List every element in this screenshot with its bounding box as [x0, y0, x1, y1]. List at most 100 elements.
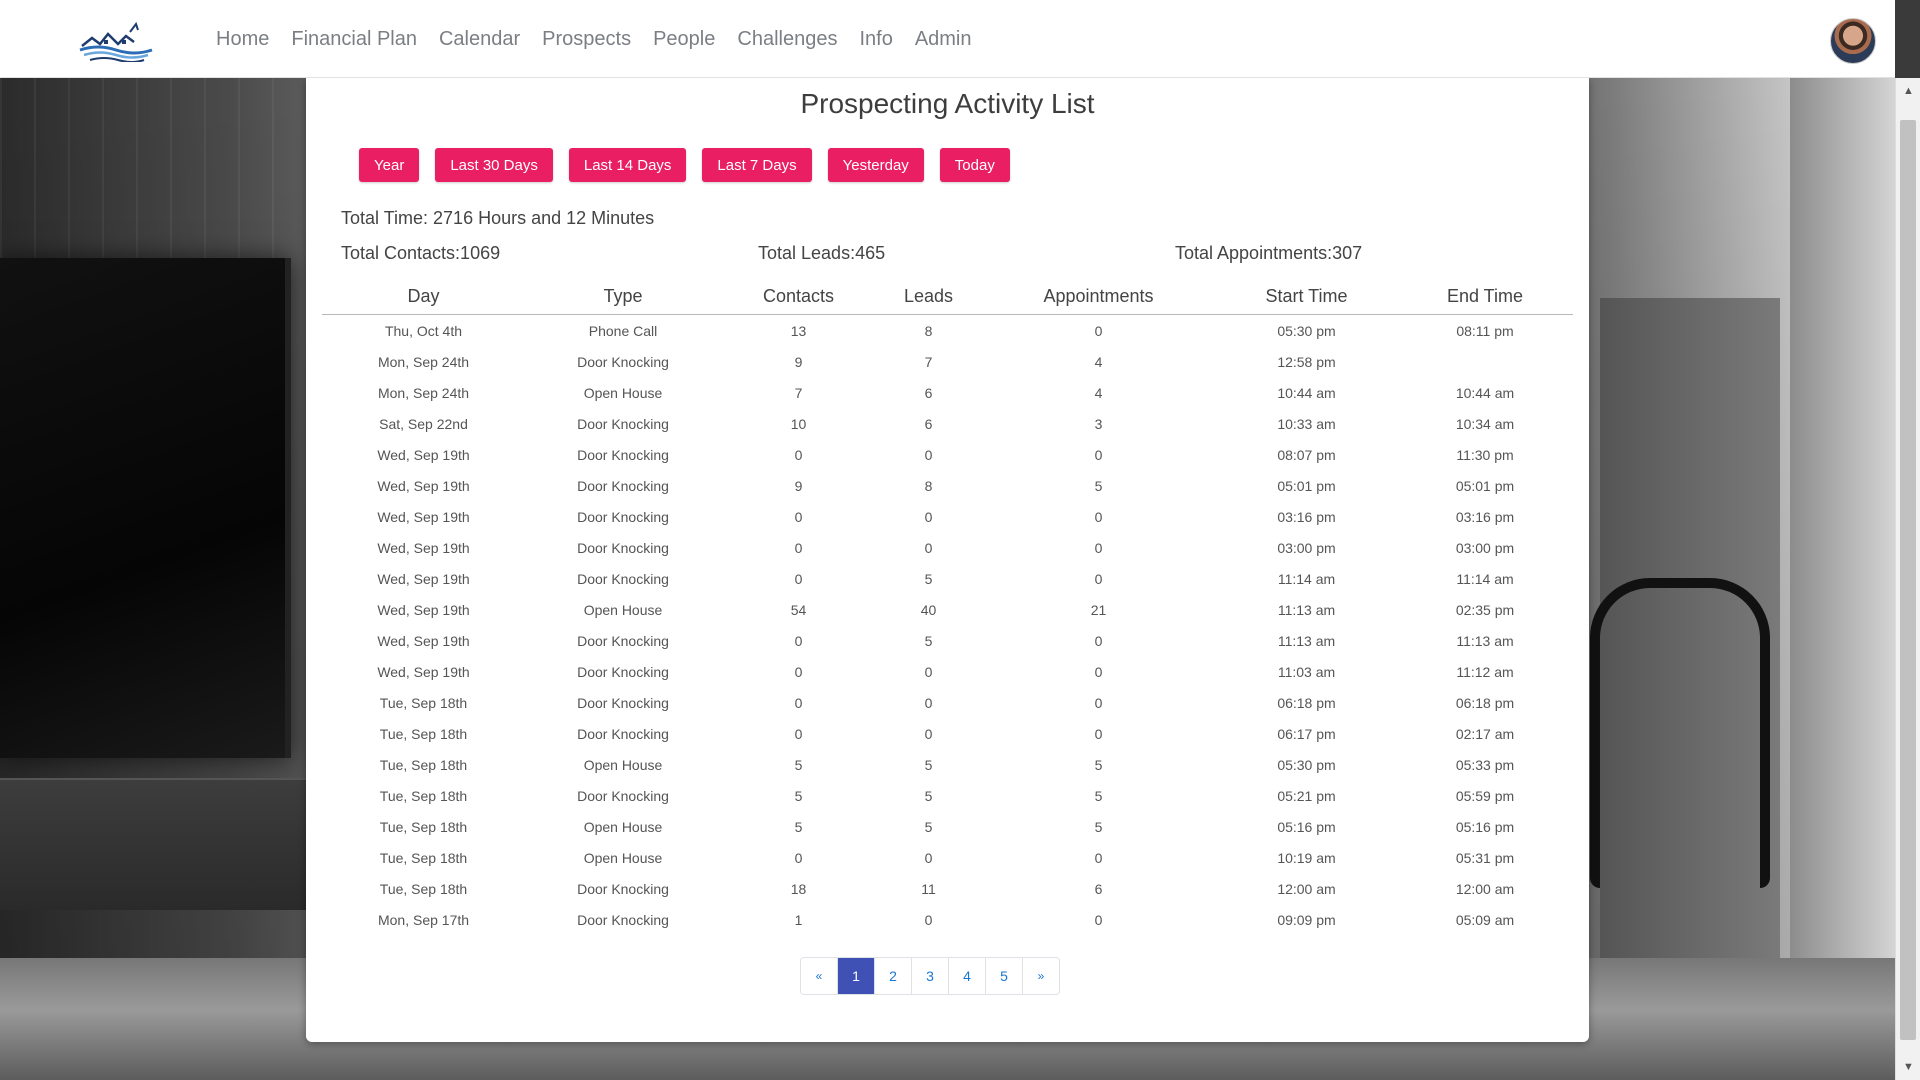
activity-table: Day Type Contacts Leads Appointments Sta… [322, 278, 1573, 935]
cell-leads: 8 [924, 477, 933, 494]
cell-appointments: 0 [1094, 539, 1103, 556]
house-wave-logo-icon[interactable] [78, 20, 154, 62]
cell-contacts: 0 [794, 725, 803, 742]
nav-admin[interactable]: Admin [904, 28, 983, 51]
cell-end-time: 05:16 pm [1455, 818, 1515, 835]
nav-financial-plan[interactable]: Financial Plan [280, 28, 428, 51]
table-row: Wed, Sep 19th Door Knocking 0 0 0 11:03 am 11:… [322, 656, 1573, 687]
column-header-contacts[interactable]: Contacts [721, 278, 876, 315]
cell-appointments: 0 [1094, 570, 1103, 587]
cell-start-time: 06:18 pm [1277, 694, 1336, 711]
table-row: Wed, Sep 19th Door Knocking 0 0 0 08:07 pm 11:… [322, 439, 1573, 470]
cell-end-time: 05:59 pm [1455, 787, 1515, 804]
cell-day: Wed, Sep 19th [377, 601, 470, 618]
cell-day: Wed, Sep 19th [377, 508, 470, 525]
totals-row: Total Contacts:1069 Total Leads:465 Tota… [341, 243, 1571, 267]
cell-day: Tue, Sep 18th [379, 818, 468, 835]
pagination: « 1 2 3 4 5 » [800, 957, 1060, 995]
scrollbar-thumb[interactable] [1900, 120, 1916, 1040]
table-body: Thu, Oct 4th Phone Call 13 8 0 05:30 pm 08:11 … [322, 315, 1573, 936]
column-header-appointments[interactable]: Appointments [981, 278, 1216, 315]
cell-appointments: 0 [1094, 725, 1103, 742]
cell-start-time: 10:33 am [1277, 415, 1336, 432]
filter-last-14-days-button[interactable]: Last 14 Days [568, 148, 687, 182]
cell-appointments: 0 [1094, 508, 1103, 525]
cell-type: Open House [583, 849, 663, 866]
cell-contacts: 0 [794, 446, 803, 463]
cell-end-time: 05:01 pm [1455, 477, 1515, 494]
nav-prospects[interactable]: Prospects [531, 28, 642, 51]
top-navbar: Home Financial Plan Calendar Prospects P… [0, 0, 1895, 78]
column-header-leads[interactable]: Leads [876, 278, 981, 315]
pagination-page-2[interactable]: 2 [875, 958, 912, 994]
cell-start-time: 11:03 am [1277, 663, 1336, 680]
cell-start-time: 05:21 pm [1277, 787, 1336, 804]
cell-type: Open House [583, 818, 663, 835]
cell-leads: 0 [924, 849, 933, 866]
cell-type: Door Knocking [577, 477, 669, 494]
nav-info[interactable]: Info [848, 28, 903, 51]
cell-start-time: 08:07 pm [1277, 446, 1336, 463]
cell-end-time: 10:44 am [1455, 384, 1515, 401]
filter-today-button[interactable]: Today [939, 148, 1010, 182]
cell-end-time: 10:34 am [1455, 415, 1515, 432]
cell-type: Door Knocking [577, 663, 669, 680]
cell-type: Door Knocking [577, 446, 669, 463]
filter-yesterday-button[interactable]: Yesterday [827, 148, 924, 182]
cell-day: Wed, Sep 19th [377, 539, 470, 556]
scroll-up-arrow-icon[interactable]: ▲ [1896, 80, 1920, 102]
cell-leads: 5 [924, 818, 933, 835]
cell-start-time: 05:01 pm [1277, 477, 1336, 494]
user-avatar[interactable] [1830, 18, 1876, 64]
nav-people[interactable]: People [642, 28, 726, 51]
cell-type: Phone Call [588, 322, 658, 339]
cell-end-time: 06:18 pm [1455, 694, 1515, 711]
cell-appointments: 4 [1094, 353, 1103, 370]
cell-type: Door Knocking [577, 415, 669, 432]
cell-day: Tue, Sep 18th [379, 787, 468, 804]
nav-home[interactable]: Home [205, 28, 280, 51]
table-row: Sat, Sep 22nd Door Knocking 10 6 3 10:33 am 10… [322, 408, 1573, 439]
page-scrollbar[interactable]: ▲ ▼ [1895, 78, 1920, 1080]
nav-challenges[interactable]: Challenges [726, 28, 848, 51]
column-header-day[interactable]: Day [322, 278, 525, 315]
table-row: Tue, Sep 18th Open House 5 5 5 05:30 pm 05:33 … [322, 749, 1573, 780]
cell-start-time: 05:30 pm [1277, 322, 1336, 339]
pagination-next-button[interactable]: » [1023, 958, 1059, 994]
cell-leads: 6 [924, 384, 933, 401]
column-header-start-time[interactable]: Start Time [1216, 278, 1397, 315]
cell-day: Wed, Sep 19th [377, 446, 470, 463]
cell-contacts: 7 [794, 384, 803, 401]
cell-type: Door Knocking [577, 570, 669, 587]
pagination-page-3[interactable]: 3 [912, 958, 949, 994]
cell-leads: 0 [924, 539, 933, 556]
table-row: Tue, Sep 18th Door Knocking 5 5 5 05:21 pm 05:… [322, 780, 1573, 811]
filter-last-7-days-button[interactable]: Last 7 Days [702, 148, 812, 182]
cell-type: Door Knocking [577, 911, 669, 928]
pagination-page-5[interactable]: 5 [986, 958, 1023, 994]
main-nav: Home Financial Plan Calendar Prospects P… [205, 0, 983, 78]
cell-contacts: 1 [794, 911, 803, 928]
cell-start-time: 05:30 pm [1277, 756, 1336, 773]
cell-type: Open House [583, 756, 663, 773]
filter-last-30-days-button[interactable]: Last 30 Days [435, 148, 553, 182]
column-header-end-time[interactable]: End Time [1397, 278, 1573, 315]
cell-leads: 0 [924, 694, 933, 711]
nav-calendar[interactable]: Calendar [428, 28, 531, 51]
page-title: Prospecting Activity List [800, 88, 1095, 119]
cell-contacts: 0 [794, 663, 803, 680]
scroll-down-arrow-icon[interactable]: ▼ [1896, 1056, 1920, 1078]
background-chair [1590, 578, 1770, 888]
cell-day: Tue, Sep 18th [379, 725, 468, 742]
pagination-page-1[interactable]: 1 [838, 958, 875, 994]
cell-start-time: 10:19 am [1277, 849, 1336, 866]
filter-year-button[interactable]: Year [359, 148, 420, 182]
column-header-type[interactable]: Type [525, 278, 721, 315]
cell-start-time: 03:16 pm [1277, 508, 1336, 525]
cell-day: Mon, Sep 24th [377, 353, 470, 370]
cell-appointments: 0 [1094, 694, 1103, 711]
total-time: Total Time: 2716 Hours and 12 Minutes [341, 208, 655, 228]
cell-leads: 5 [924, 632, 933, 649]
pagination-page-4[interactable]: 4 [949, 958, 986, 994]
pagination-prev-button[interactable]: « [801, 958, 838, 994]
